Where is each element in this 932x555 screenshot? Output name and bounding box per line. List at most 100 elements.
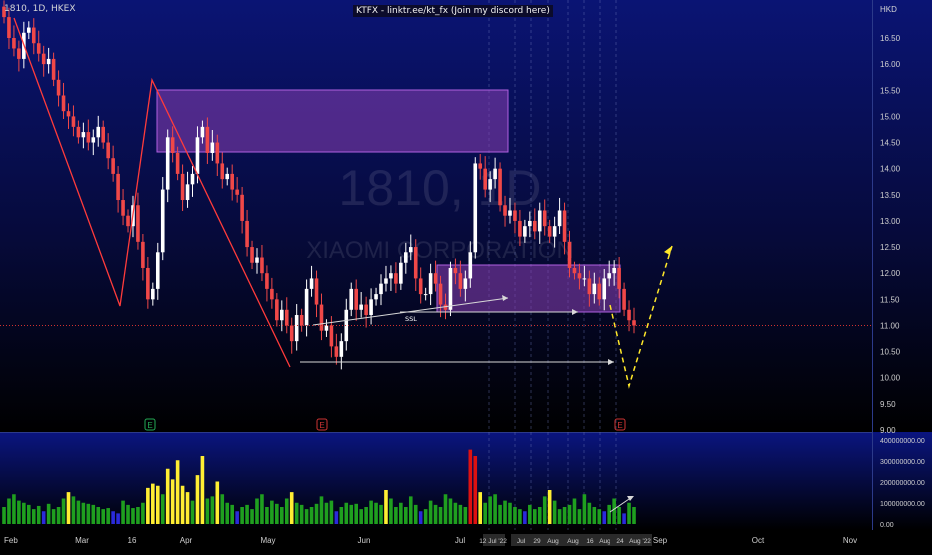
volume-bar <box>369 500 373 524</box>
candle-body <box>334 346 339 357</box>
candle-body <box>448 267 453 310</box>
candle-body <box>56 79 61 96</box>
volume-bar <box>240 507 244 524</box>
candle-body <box>532 220 537 232</box>
candle-body <box>597 283 602 300</box>
candle-body <box>265 273 269 289</box>
candle-body <box>602 278 607 300</box>
volume-bar <box>547 490 552 524</box>
volume-bar <box>354 503 359 524</box>
candle-body <box>270 288 274 300</box>
candle-body <box>503 205 507 216</box>
candle-body <box>299 315 304 326</box>
volume-bar <box>612 498 616 524</box>
volume-bar <box>51 509 56 524</box>
volume-bar <box>46 503 51 524</box>
volume-bar <box>275 503 279 524</box>
volume-tick-label: 0.00 <box>880 522 894 529</box>
candle-body <box>304 288 309 326</box>
candle-body <box>359 304 363 310</box>
volume-bar <box>56 507 61 524</box>
candle-body <box>255 257 259 263</box>
volume-bar <box>379 504 383 524</box>
volume-bar <box>170 479 175 524</box>
volume-bar <box>408 496 413 524</box>
candle-body <box>46 58 51 65</box>
candle-body <box>86 132 91 143</box>
candle-body <box>260 257 264 274</box>
candle-body <box>141 241 145 268</box>
volume-bar <box>210 496 215 524</box>
volume-bar <box>200 456 205 524</box>
time-tick-label: Sep <box>653 536 668 545</box>
volume-bar <box>607 504 611 524</box>
candle-body <box>225 173 230 180</box>
candle-body <box>592 283 597 295</box>
time-tick-label: 16 <box>586 538 594 545</box>
volume-bar <box>617 507 621 524</box>
candle-body <box>12 38 16 49</box>
candle-body <box>612 267 616 274</box>
candle-body <box>552 226 557 237</box>
volume-bar <box>324 502 329 524</box>
volume-bar <box>632 507 636 524</box>
price-tick-label: 15.00 <box>880 112 901 121</box>
volume-bar <box>250 509 254 524</box>
price-tick-label: 10.00 <box>880 374 901 383</box>
volume-bar <box>503 500 507 524</box>
volume-bar <box>126 504 130 524</box>
volume-bar <box>473 456 478 524</box>
volume-bar <box>334 511 339 524</box>
candle-body <box>41 53 46 65</box>
volume-bar <box>582 494 587 524</box>
volume-bar <box>458 504 463 524</box>
watermark-symbol: 1810, 1D <box>339 160 542 216</box>
earnings-marker-label: E <box>319 421 324 430</box>
volume-bar <box>185 492 190 524</box>
candle-body <box>498 168 502 206</box>
volume-bar <box>279 507 284 524</box>
volume-bar <box>289 492 294 524</box>
volume-bar <box>205 498 210 524</box>
volume-bar <box>245 504 249 524</box>
volume-bar <box>76 500 81 524</box>
volume-bar <box>235 511 239 524</box>
time-axis-bg <box>0 530 932 550</box>
time-tick-label: Jun <box>358 536 371 545</box>
candle-body <box>165 137 170 190</box>
price-tick-label: 11.00 <box>880 321 900 330</box>
volume-bar <box>270 500 274 524</box>
volume-bar <box>101 509 106 524</box>
price-tick-label: 14.50 <box>880 139 901 148</box>
volume-tick-label: 100000000.00 <box>880 501 925 508</box>
volume-bar <box>175 460 180 524</box>
volume-bar <box>230 504 234 524</box>
volume-bar <box>22 502 26 524</box>
volume-bar <box>552 500 557 524</box>
time-tick-label: Apr <box>180 536 193 545</box>
promo-banner[interactable]: KTFX - linktr.ee/kt_fx (Join my discord … <box>353 5 553 17</box>
candle-body <box>245 220 249 248</box>
candle-body <box>275 299 279 321</box>
candle-body <box>622 288 626 310</box>
volume-bar <box>86 503 91 524</box>
candle-body <box>235 189 239 195</box>
volume-bar <box>523 511 527 524</box>
candle-body <box>354 288 359 310</box>
volume-bar <box>438 507 443 524</box>
candle-body <box>116 173 120 201</box>
candle-body <box>185 184 190 201</box>
candle-body <box>384 278 388 284</box>
volume-bar <box>155 485 160 524</box>
time-tick-label: Feb <box>4 536 18 545</box>
volume-bar <box>309 507 314 524</box>
price-tick-label: 12.50 <box>880 243 901 252</box>
volume-bar <box>66 492 71 524</box>
time-tick-label: Jul <box>517 538 526 545</box>
time-tick-label: 16 <box>128 536 137 545</box>
candle-body <box>51 58 56 80</box>
volume-bar <box>602 511 607 524</box>
candle-body <box>27 27 31 33</box>
time-tick-label: 12 Jul '22 <box>479 538 507 545</box>
supply-zone[interactable] <box>156 89 509 153</box>
